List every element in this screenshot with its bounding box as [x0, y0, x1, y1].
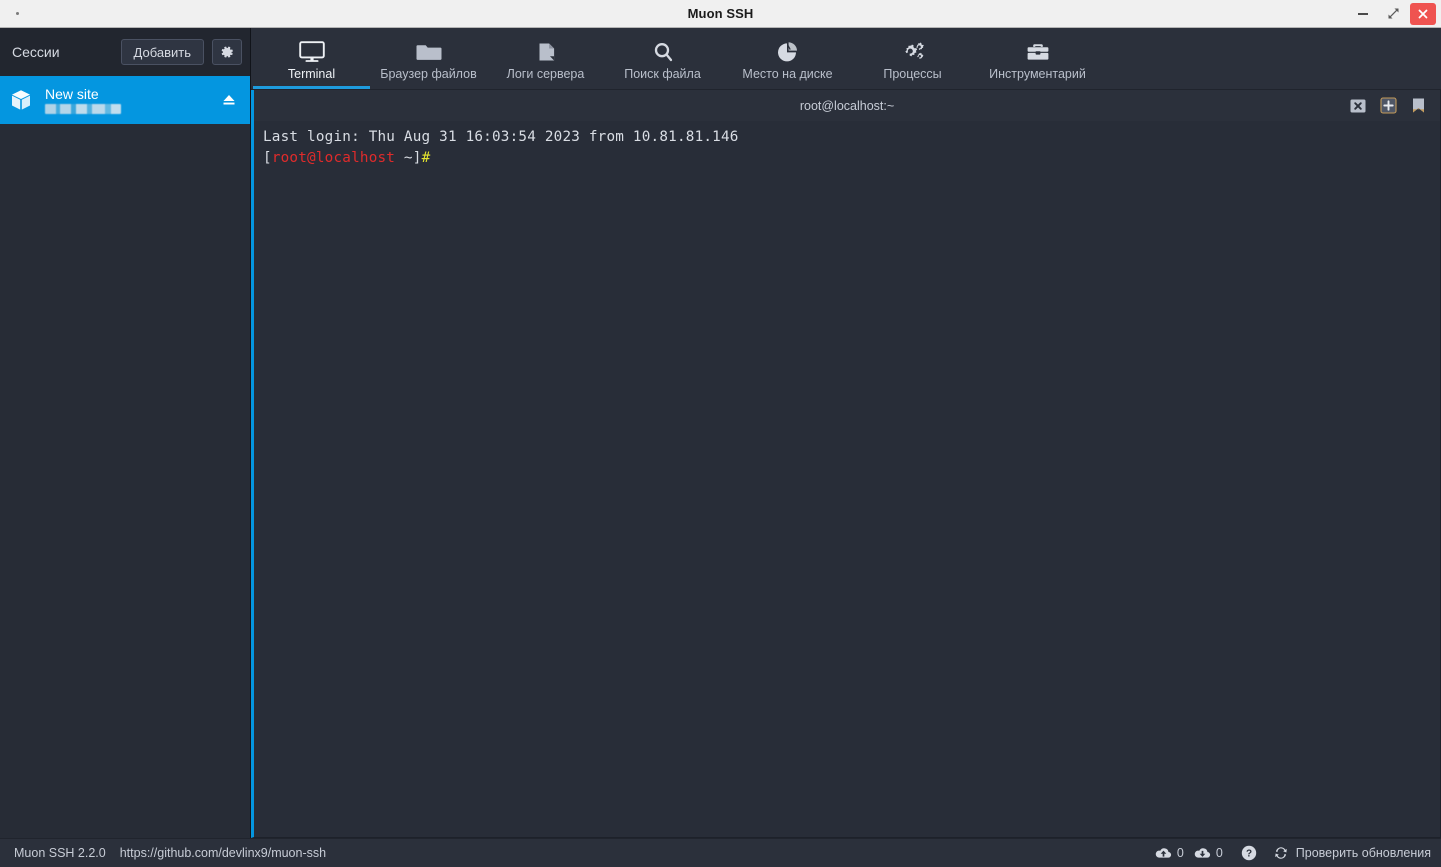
search-icon: [650, 37, 676, 63]
session-host-redacted: [45, 104, 121, 114]
window-menu-dot: [16, 12, 19, 15]
sessions-sidebar: Сессии Добавить New site: [0, 28, 251, 838]
eject-session-icon[interactable]: [218, 91, 240, 109]
app-version-label: Muon SSH 2.2.0: [14, 846, 106, 860]
main-body: Сессии Добавить New site Terminal Браузе…: [0, 28, 1441, 838]
add-session-button[interactable]: Добавить: [120, 39, 204, 65]
terminal-tab-actions: [1350, 97, 1434, 114]
new-tab-icon[interactable]: [1380, 97, 1397, 114]
download-status: 0: [1194, 846, 1223, 861]
download-count: 0: [1215, 846, 1223, 860]
prompt-user-host: root@localhost: [271, 150, 396, 166]
session-text-block: New site: [42, 86, 210, 114]
sessions-list[interactable]: New site: [0, 76, 250, 838]
refresh-icon: [1274, 847, 1287, 859]
terminal-tab-title: root@localhost:~: [799, 98, 895, 113]
tab-file-browser[interactable]: Браузер файлов: [370, 28, 487, 89]
terminal-panel: root@localhost:~ Last login: Thu Aug 31 …: [251, 90, 1441, 838]
close-tab-icon[interactable]: [1350, 98, 1366, 114]
status-right-group: 0 0 ? Проверить обновления: [1155, 845, 1431, 861]
close-button[interactable]: [1410, 2, 1436, 25]
title-bar: Muon SSH: [0, 0, 1441, 28]
window-controls: [1348, 0, 1441, 28]
upload-count: 0: [1176, 846, 1184, 860]
prompt-path-close: ~]: [395, 150, 422, 166]
close-icon: [1418, 9, 1428, 18]
check-updates-label: Проверить обновления: [1295, 846, 1431, 860]
tab-disk-space[interactable]: Место на диске: [721, 28, 854, 89]
terminal-tab-bar: root@localhost:~: [254, 90, 1440, 121]
upload-status: 0: [1155, 846, 1184, 861]
toolbox-icon: [1025, 37, 1051, 63]
sidebar-header: Сессии Добавить: [0, 28, 250, 76]
minimize-icon: [1358, 12, 1368, 15]
session-list-item[interactable]: New site: [0, 76, 250, 124]
app-window: Muon SSH Сессии Добавить New site Termin…: [0, 0, 1441, 867]
tab-terminal[interactable]: Terminal: [253, 28, 370, 89]
tab-server-logs[interactable]: Логи сервера: [487, 28, 604, 89]
monitor-icon: [298, 37, 325, 63]
tab-file-search[interactable]: Поиск файла: [604, 28, 721, 89]
folder-icon: [416, 37, 442, 63]
pie-chart-icon: [775, 37, 801, 63]
module-toolbar: Terminal Браузер файлов Логи сервера Пои…: [251, 28, 1441, 90]
gears-icon: [900, 37, 926, 63]
tab-file-browser-label: Браузер файлов: [380, 67, 477, 81]
sidebar-title: Сессии: [12, 44, 60, 60]
tab-file-search-label: Поиск файла: [624, 67, 701, 81]
status-bar: Muon SSH 2.2.0 https://github.com/devlin…: [0, 838, 1441, 867]
help-button[interactable]: ?: [1241, 845, 1257, 861]
window-title: Muon SSH: [687, 6, 754, 21]
terminal-line-1: Last login: Thu Aug 31 16:03:54 2023 fro…: [263, 129, 739, 145]
download-cloud-icon: [1194, 847, 1210, 858]
tab-disk-space-label: Место на диске: [742, 67, 833, 81]
maximize-icon: [1388, 8, 1398, 19]
prompt-symbol: #: [421, 150, 431, 166]
svg-text:?: ?: [1246, 849, 1252, 860]
help-circle-icon: ?: [1241, 845, 1256, 861]
session-name: New site: [45, 86, 99, 102]
status-left-group: Muon SSH 2.2.0 https://github.com/devlin…: [14, 846, 326, 860]
minimize-button[interactable]: [1348, 0, 1378, 28]
file-log-icon: [533, 37, 559, 63]
prompt-bracket-open: [: [263, 150, 272, 166]
terminal-output[interactable]: Last login: Thu Aug 31 16:03:54 2023 fro…: [254, 121, 1440, 837]
gear-icon: [221, 46, 233, 57]
tab-processes[interactable]: Процессы: [854, 28, 971, 89]
tab-terminal-label: Terminal: [287, 67, 336, 81]
check-updates-button[interactable]: Проверить обновления: [1273, 845, 1431, 861]
tab-server-logs-label: Логи сервера: [506, 67, 585, 81]
server-box-icon: [8, 88, 34, 112]
tab-processes-label: Процессы: [883, 67, 942, 81]
tab-toolkit-label: Инструментарий: [989, 67, 1086, 81]
content-area: Terminal Браузер файлов Логи сервера Пои…: [251, 28, 1441, 838]
maximize-button[interactable]: [1378, 0, 1408, 28]
bookmark-icon[interactable]: [1411, 97, 1426, 114]
project-url-link[interactable]: https://github.com/devlinx9/muon-ssh: [120, 846, 326, 860]
sidebar-settings-button[interactable]: [212, 39, 242, 65]
upload-cloud-icon: [1155, 847, 1171, 858]
tab-toolkit[interactable]: Инструментарий: [971, 28, 1104, 89]
